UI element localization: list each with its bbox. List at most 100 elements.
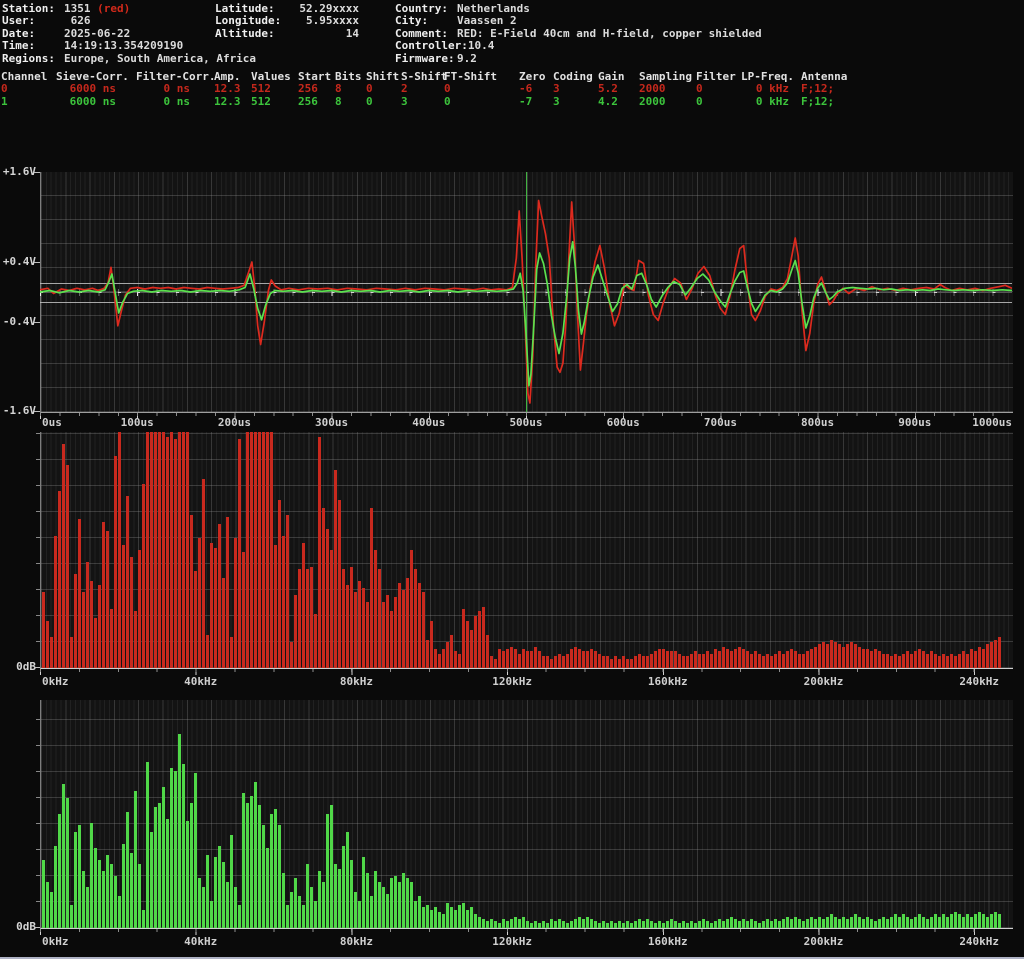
spectrum-bar [398, 882, 401, 928]
spectrum-bar [682, 656, 685, 668]
spectrum-bar [350, 567, 353, 668]
spectrum-bar [898, 656, 901, 668]
spectrum-bar [814, 647, 817, 668]
table-cell: 1 [1, 96, 56, 108]
spectrum-bar [278, 825, 281, 928]
spectrum-bar [246, 432, 249, 668]
table-cell: 256 [298, 83, 335, 95]
spectrum-bar [66, 465, 69, 668]
spectrum-bar [650, 921, 653, 928]
spectrum-bar [54, 846, 57, 928]
spectrum-bar [134, 791, 137, 928]
spectrum-bar [634, 921, 637, 928]
waveform-ylabel-bottom: -1.6V [0, 405, 36, 417]
table-cell: -6 [519, 83, 553, 95]
spectrum-bar [954, 912, 957, 928]
spectrum-bar [62, 444, 65, 668]
spectrum-bar [670, 651, 673, 668]
spectrum-bar [518, 919, 521, 928]
spectrum-red-yticks [36, 432, 40, 668]
spectrum-bar [922, 651, 925, 668]
table-cell: 3 [553, 96, 598, 108]
spectrum-bar [294, 878, 297, 928]
spectrum-bar [94, 848, 97, 928]
spectrum-xtick-label: 120kHz [492, 936, 532, 948]
table-cell: 0 [444, 96, 519, 108]
spectrum-bar [962, 917, 965, 928]
spectrum-bar [830, 640, 833, 668]
spectrum-bar [458, 654, 461, 668]
spectrum-bar [42, 860, 45, 928]
waveform-ylabel-neg: -0.4V [0, 316, 36, 328]
spectrum-bar [554, 921, 557, 928]
spectrum-bar [406, 878, 409, 928]
waveform-xtick-label: 200us [218, 417, 251, 429]
spectrum-bar [954, 656, 957, 668]
spectrum-bar [446, 642, 449, 668]
spectrum-bar [426, 640, 429, 668]
spectrum-bar [790, 919, 793, 928]
spectrum-bar [326, 529, 329, 668]
channel-table: ChannelSieve-Corr.Filter-Corr.Amp.Values… [1, 71, 861, 108]
spectrum-bar [782, 654, 785, 668]
spectrum-bar [306, 864, 309, 928]
spectrum-bar [390, 611, 393, 668]
spectrum-bar [266, 432, 269, 668]
spectrum-bar [274, 809, 277, 928]
spectrum-bar [886, 919, 889, 928]
altitude-label: Altitude: [215, 28, 299, 40]
spectrum-green-plot [40, 700, 1013, 929]
spectrum-bar [218, 846, 221, 928]
spectrum-bar [906, 651, 909, 668]
spectrum-bar [730, 917, 733, 928]
spectrum-bar [942, 914, 945, 928]
spectrum-bar [534, 647, 537, 668]
spectrum-bar [510, 919, 513, 928]
spectrum-bar [358, 581, 361, 668]
spectrum-bar [970, 917, 973, 928]
waveform-ytick [34, 172, 40, 173]
spectrum-bar [146, 762, 149, 928]
table-cell: 512 [251, 83, 298, 95]
spectrum-bar [666, 651, 669, 668]
spectrum-bar [190, 803, 193, 928]
longitude-label: Longitude: [215, 15, 299, 27]
spectrum-bar [506, 649, 509, 668]
spectrum-bar [314, 901, 317, 928]
spectrum-bar [886, 654, 889, 668]
spectrum-bar [298, 569, 301, 668]
spectrum-bar [286, 905, 289, 928]
spectrum-bar [822, 642, 825, 668]
spectrum-bar [374, 550, 377, 668]
spectrum-bar [450, 635, 453, 668]
spectrum-bar [210, 901, 213, 928]
spectrum-bar [798, 919, 801, 928]
spectrum-bar [570, 649, 573, 668]
waveform-xtick-label: 500us [509, 417, 542, 429]
spectrum-bar [450, 907, 453, 928]
spectrum-bar [330, 550, 333, 668]
spectrum-bar [838, 644, 841, 668]
spectrum-bar [78, 519, 81, 668]
spectrum-bar [838, 919, 841, 928]
spectrum-xtick-label: 160kHz [648, 676, 688, 688]
spectrum-bar [402, 590, 405, 668]
spectrum-bar [466, 910, 469, 928]
spectrum-bar [558, 919, 561, 928]
spectrum-bar [714, 649, 717, 668]
table-cell: 3 [553, 83, 598, 95]
spectrum-bar [834, 917, 837, 928]
spectrum-bar [486, 921, 489, 928]
waveform-ytick [34, 262, 40, 263]
spectrum-bar [422, 907, 425, 928]
spectrum-bar [634, 656, 637, 668]
spectrum-bar [526, 651, 529, 668]
spectrum-bar [718, 919, 721, 928]
spectrum-bar [510, 647, 513, 668]
spectrum-bar [46, 621, 49, 668]
spectrum-bar [334, 864, 337, 928]
spectrum-bar [678, 654, 681, 668]
city-label: City: [395, 15, 457, 27]
waveform-xtick-label: 100us [121, 417, 154, 429]
table-cell: 8 [335, 83, 366, 95]
